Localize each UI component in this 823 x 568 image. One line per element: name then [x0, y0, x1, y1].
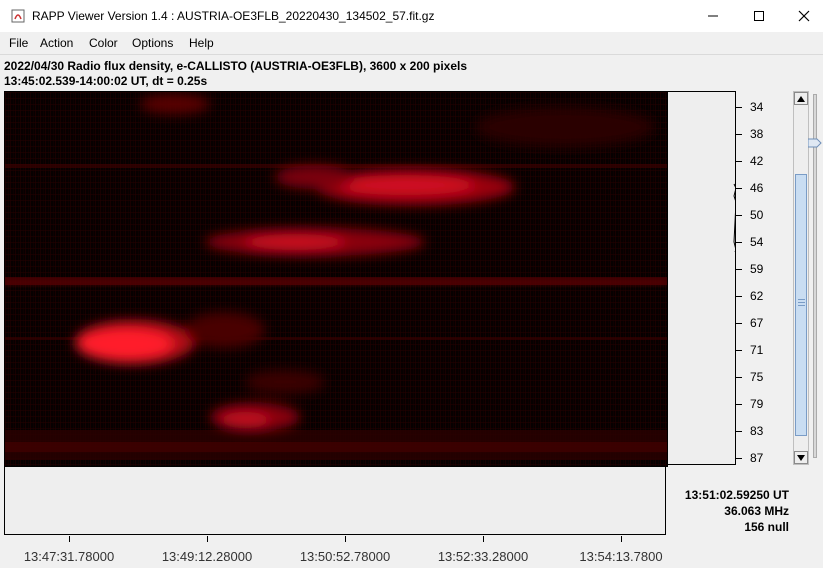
thumb-grip: [798, 305, 805, 306]
frequency-tick: [736, 134, 742, 135]
menu-bar: File Action Color Options Help: [0, 32, 823, 55]
frequency-tick-label: 87: [750, 451, 764, 465]
spectrogram-image: [5, 92, 667, 466]
menu-file[interactable]: File: [9, 36, 28, 50]
time-tick-label: 13:49:12.28000: [161, 549, 253, 564]
scroll-thumb[interactable]: [795, 174, 807, 436]
maximize-button[interactable]: [736, 0, 782, 32]
frequency-axis: 34 38 42 46 50 54 59 62 67 71 75 79 83 87: [736, 91, 786, 465]
time-tick-label: 13:54:13.7800: [579, 549, 663, 564]
frequency-tick-label: 83: [750, 424, 764, 438]
minimize-icon: [708, 15, 718, 17]
frequency-tick: [736, 350, 742, 351]
frequency-tick-label: 79: [750, 397, 764, 411]
time-tick: [483, 536, 484, 542]
menu-action[interactable]: Action: [40, 36, 73, 50]
time-tick: [345, 536, 346, 542]
cursor-time-readout: 13:51:02.59250 UT: [684, 488, 789, 502]
frequency-tick-label: 46: [750, 181, 764, 195]
time-tick: [621, 536, 622, 542]
contrast-slider-track[interactable]: [813, 94, 817, 458]
app-icon: [11, 9, 25, 23]
spectrogram-canvas[interactable]: [4, 91, 668, 467]
time-axis: 13:47:31.78000 13:49:12.28000 13:50:52.780…: [4, 536, 666, 568]
frequency-tick-label: 62: [750, 289, 764, 303]
cursor-value-readout: 156 null: [744, 520, 789, 534]
frequency-tick-label: 42: [750, 154, 764, 168]
time-lightcurve-panel: [4, 466, 666, 535]
window-title: RAPP Viewer Version 1.4 : AUSTRIA-OE3FLB…: [32, 9, 435, 23]
minimize-button[interactable]: [690, 0, 736, 32]
frequency-tick: [736, 188, 742, 189]
time-tick-label: 13:50:52.78000: [299, 549, 391, 564]
scroll-down-button[interactable]: [794, 451, 808, 464]
frequency-tick: [736, 404, 742, 405]
frequency-tick: [736, 323, 742, 324]
menu-options[interactable]: Options: [132, 36, 173, 50]
frequency-tick: [736, 431, 742, 432]
close-button[interactable]: [781, 0, 823, 32]
frequency-tick: [736, 296, 742, 297]
menu-color[interactable]: Color: [89, 36, 118, 50]
close-icon: [798, 10, 810, 22]
cursor-frequency-readout: 36.063 MHz: [724, 504, 789, 518]
time-tick-label: 13:52:33.28000: [437, 549, 529, 564]
window-titlebar: RAPP Viewer Version 1.4 : AUSTRIA-OE3FLB…: [0, 0, 823, 32]
frequency-tick-label: 38: [750, 127, 764, 141]
vertical-scrollbar[interactable]: [793, 91, 809, 465]
arrow-up-icon: [797, 95, 805, 102]
frequency-lightcurve: [733, 183, 737, 253]
frequency-tick: [736, 269, 742, 270]
frequency-tick-label: 71: [750, 343, 764, 357]
time-tick: [69, 536, 70, 542]
observation-info: 2022/04/30 Radio flux density, e-CALLIST…: [4, 59, 468, 73]
frequency-tick: [736, 215, 742, 216]
frequency-tick: [736, 377, 742, 378]
frequency-tick-label: 59: [750, 262, 764, 276]
frequency-tick-label: 50: [750, 208, 764, 222]
frequency-tick: [736, 161, 742, 162]
maximize-icon: [754, 11, 764, 21]
frequency-tick: [736, 458, 742, 459]
thumb-grip: [798, 299, 805, 300]
frequency-tick-label: 34: [750, 100, 764, 114]
frequency-tick: [736, 242, 742, 243]
menu-help[interactable]: Help: [189, 36, 214, 50]
frequency-tick: [736, 107, 742, 108]
frequency-tick-label: 75: [750, 370, 764, 384]
arrow-down-icon: [797, 454, 805, 461]
frequency-lightcurve-panel: [667, 91, 737, 465]
frequency-tick-label: 54: [750, 235, 764, 249]
time-tick-label: 13:47:31.78000: [23, 549, 115, 564]
time-range-info: 13:45:02.539-14:00:02 UT, dt = 0.25s: [4, 74, 208, 88]
contrast-slider-knob[interactable]: [808, 138, 822, 148]
time-tick: [207, 536, 208, 542]
frequency-tick-label: 67: [750, 316, 764, 330]
thumb-grip: [798, 302, 805, 303]
scroll-up-button[interactable]: [794, 92, 808, 105]
